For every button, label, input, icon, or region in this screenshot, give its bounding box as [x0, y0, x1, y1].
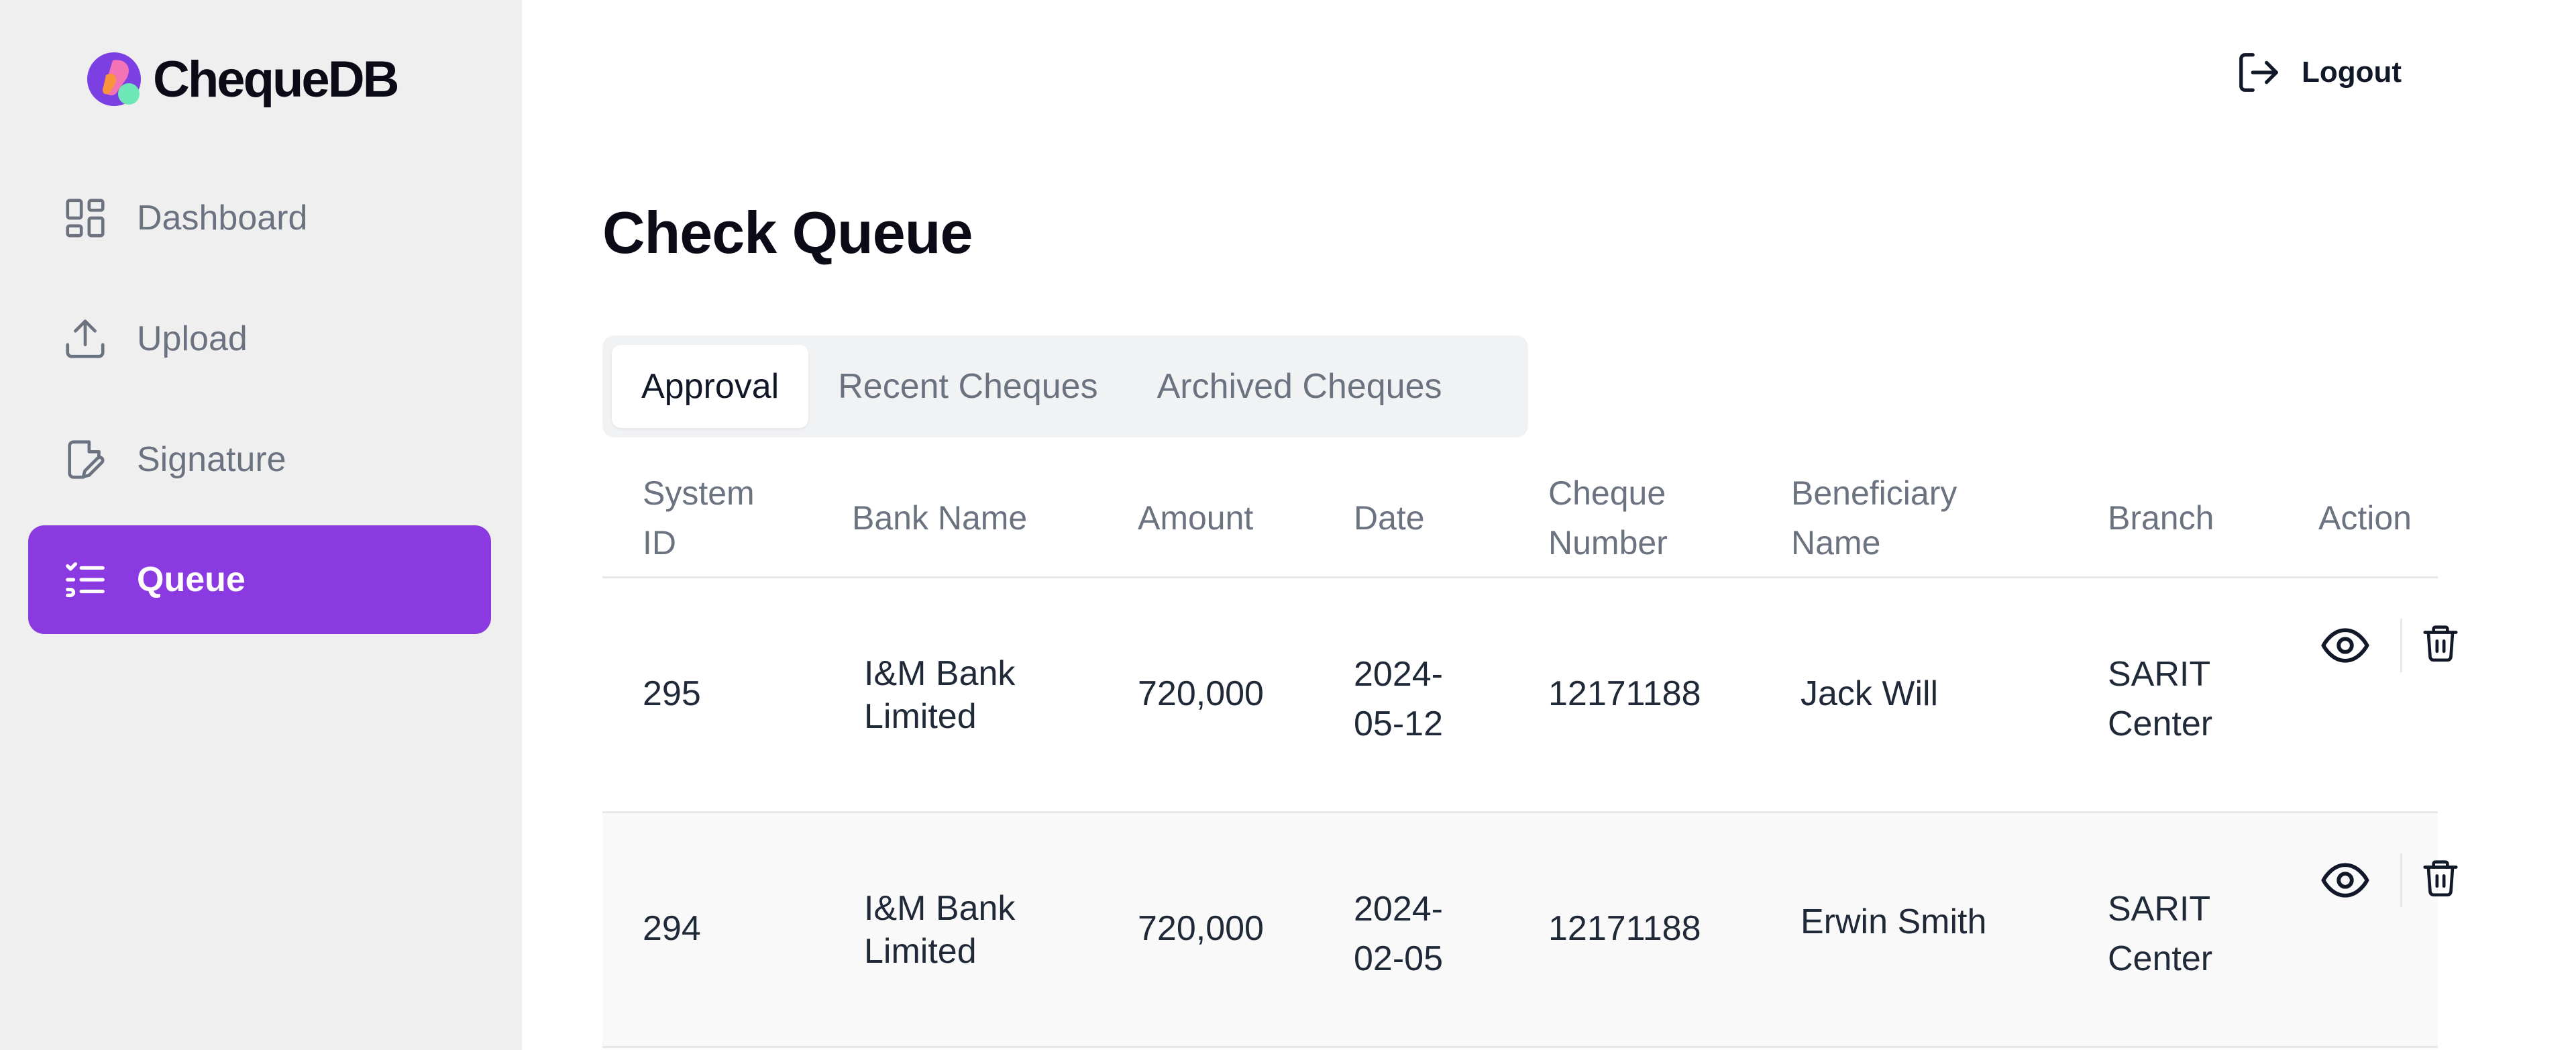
cell-amount: 720,000	[1138, 674, 1264, 713]
sidebar-item-label: Upload	[137, 319, 248, 358]
cell-branch: SARIT Center	[2108, 655, 2213, 743]
sidebar-item-queue[interactable]: Queue	[28, 525, 491, 634]
app-root: ChequeDB Dashboard Upload Signature Queu…	[0, 0, 2576, 1050]
trash-icon	[2423, 860, 2458, 897]
logo[interactable]: ChequeDB	[86, 48, 399, 110]
app-name: ChequeDB	[153, 50, 399, 108]
tab-approval[interactable]: Approval	[612, 345, 809, 428]
cell-date: 2024- 02-05	[1354, 890, 1443, 978]
cell-branch: SARIT Center	[2108, 890, 2213, 978]
signature-icon	[59, 433, 111, 486]
eye-icon	[2321, 863, 2369, 898]
sidebar-item-upload[interactable]: Upload	[28, 284, 491, 393]
cell-amount: 720,000	[1138, 909, 1264, 948]
logout-button[interactable]: Logout	[2235, 48, 2402, 97]
cheque-table: System ID Bank Name Amount Date Cheque N…	[602, 456, 2458, 1048]
cell-system-id: 294	[643, 909, 701, 948]
cell-bank-name: I&M Bank Limited	[864, 889, 1016, 971]
logout-label: Logout	[2301, 56, 2402, 89]
column-header-amount[interactable]: Amount	[1138, 493, 1253, 543]
queue-list-icon	[59, 554, 111, 606]
chequedb-logo-icon	[86, 48, 148, 110]
sidebar-item-label: Dashboard	[137, 199, 308, 238]
view-button[interactable]	[2318, 853, 2372, 907]
eye-icon	[2321, 628, 2369, 663]
cell-cheque-number: 12171188	[1548, 674, 1701, 713]
page-title: Check Queue	[602, 199, 973, 266]
column-header-bank-name[interactable]: Bank Name	[852, 493, 1027, 543]
table-header: System ID Bank Name Amount Date Cheque N…	[602, 456, 2438, 578]
dashboard-icon	[59, 192, 111, 244]
delete-button[interactable]	[2418, 617, 2463, 668]
tab-archived-cheques[interactable]: Archived Cheques	[1128, 345, 1472, 428]
column-header-action: Action	[2318, 499, 2412, 537]
cell-system-id: 295	[643, 674, 701, 713]
view-button[interactable]	[2318, 619, 2372, 672]
cell-date: 2024- 05-12	[1354, 655, 1443, 743]
action-divider	[2400, 853, 2402, 907]
column-header-cheque-number[interactable]: Cheque Number	[1548, 468, 1668, 568]
column-header-system-id[interactable]: System ID	[643, 468, 755, 568]
sidebar-item-signature[interactable]: Signature	[28, 405, 491, 514]
tab-bar: Approval Recent Cheques Archived Cheques	[602, 335, 1528, 437]
sidebar-item-dashboard[interactable]: Dashboard	[28, 164, 491, 272]
table-row[interactable]: 295 I&M Bank Limited 720,000 2024- 05-12…	[602, 578, 2458, 813]
column-header-date[interactable]: Date	[1354, 493, 1425, 543]
cell-cheque-number: 12171188	[1548, 909, 1701, 948]
column-header-branch[interactable]: Branch	[2108, 493, 2214, 543]
sidebar-item-label: Queue	[137, 560, 246, 599]
sidebar-item-label: Signature	[137, 440, 286, 479]
cell-bank-name: I&M Bank Limited	[864, 654, 1016, 736]
column-header-beneficiary-name[interactable]: Beneficiary Name	[1791, 468, 1957, 568]
logout-icon	[2235, 48, 2283, 97]
trash-icon	[2423, 625, 2458, 662]
delete-button[interactable]	[2418, 852, 2463, 903]
cell-beneficiary-name: Erwin Smith	[1801, 902, 1987, 941]
tab-recent-cheques[interactable]: Recent Cheques	[808, 345, 1127, 428]
upload-icon	[59, 313, 111, 365]
table-row[interactable]: 294 I&M Bank Limited 720,000 2024- 02-05…	[602, 813, 2458, 1048]
sidebar: ChequeDB Dashboard Upload Signature Queu…	[0, 0, 522, 1050]
main-content: Logout Check Queue Approval Recent Chequ…	[522, 0, 2576, 1050]
cell-beneficiary-name: Jack Will	[1801, 674, 1939, 713]
action-divider	[2400, 619, 2402, 672]
